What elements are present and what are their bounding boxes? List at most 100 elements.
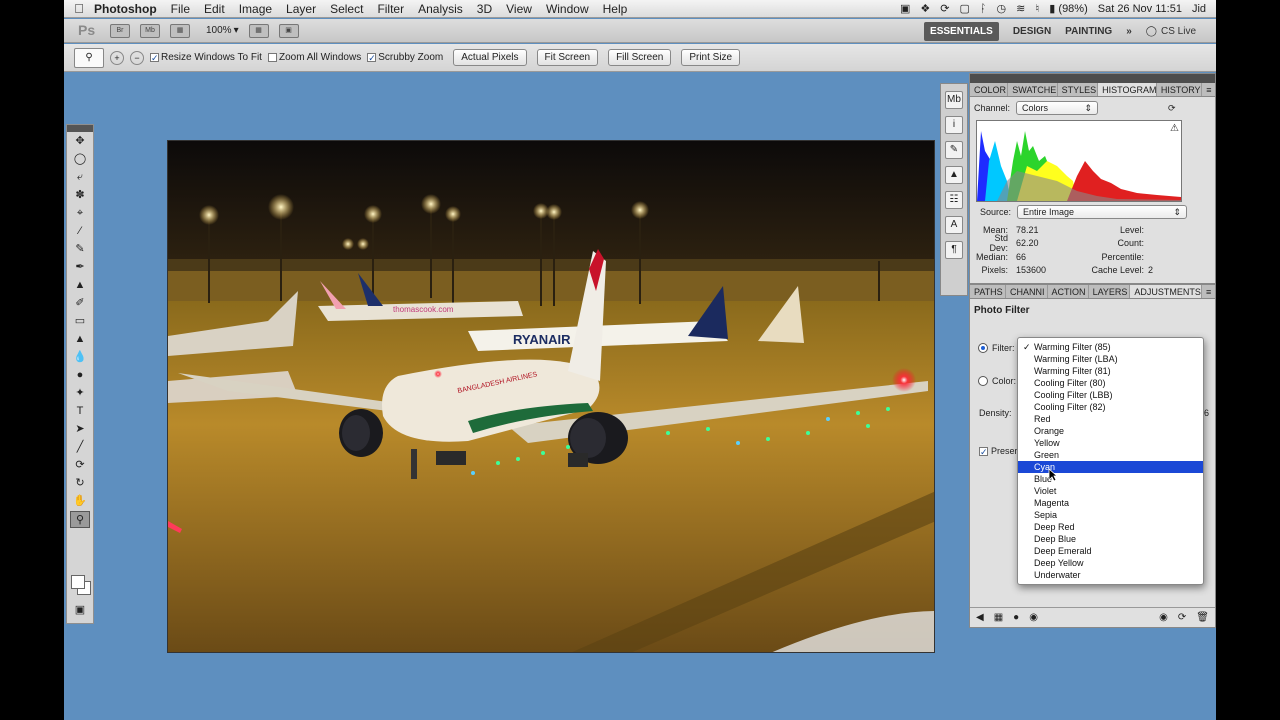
panel-menu-icon[interactable]: ≡ xyxy=(1202,285,1215,298)
type-tool-icon[interactable]: T xyxy=(70,403,90,420)
volume-icon[interactable]: ♮ xyxy=(1035,2,1039,15)
screen-mode-button[interactable]: ▣ xyxy=(278,23,299,38)
filter-option-yellow[interactable]: Yellow xyxy=(1018,437,1203,449)
3d-rotate-tool-icon[interactable]: ⟳ xyxy=(70,457,90,474)
3d-orbit-tool-icon[interactable]: ↻ xyxy=(70,475,90,492)
shape-tool-icon[interactable]: ╱ xyxy=(70,439,90,456)
clone-stamp-tool-icon[interactable]: ▲ xyxy=(70,277,90,294)
channel-select[interactable]: Colors ⇕ xyxy=(1016,101,1099,115)
workspace-essentials[interactable]: ESSENTIALS xyxy=(924,21,999,41)
tab-history[interactable]: HISTORY xyxy=(1157,83,1203,96)
path-select-tool-icon[interactable]: ➤ xyxy=(70,421,90,438)
menu-layer[interactable]: Layer xyxy=(286,2,316,16)
battery-status[interactable]: ▮ (98%) xyxy=(1049,2,1087,15)
filter-option-orange[interactable]: Orange xyxy=(1018,425,1203,437)
filter-option-magenta[interactable]: Magenta xyxy=(1018,497,1203,509)
time-machine-icon[interactable]: ◷ xyxy=(997,2,1007,15)
marquee-tool-icon[interactable]: ◯ xyxy=(70,151,90,168)
wifi-icon[interactable]: ≋ xyxy=(1016,2,1025,15)
paragraph-panel-icon[interactable]: ¶ xyxy=(945,241,963,259)
menu-image[interactable]: Image xyxy=(239,2,272,16)
app-menu[interactable]: Photoshop xyxy=(94,2,157,16)
reset-icon[interactable]: ⟳ xyxy=(1178,612,1186,623)
scrubby-zoom-checkbox[interactable]: ✓ Scrubby Zoom xyxy=(367,52,443,63)
menu-3d[interactable]: 3D xyxy=(477,2,492,16)
filter-option-blue[interactable]: Blue xyxy=(1018,473,1203,485)
minibridge-panel-icon[interactable]: Mb xyxy=(945,91,963,109)
warning-icon[interactable]: ⚠ xyxy=(1170,123,1179,134)
zoom-level-select[interactable]: 100% ▾ xyxy=(206,25,239,36)
filter-option-deep-blue[interactable]: Deep Blue xyxy=(1018,533,1203,545)
display-icon[interactable]: ▢ xyxy=(960,2,970,15)
tab-color[interactable]: COLOR xyxy=(970,83,1009,96)
arrange-documents-button[interactable]: ▦ xyxy=(248,23,269,38)
refresh-icon[interactable]: ⟳ xyxy=(1168,103,1176,114)
fill-screen-button[interactable]: Fill Screen xyxy=(608,49,672,66)
lasso-tool-icon[interactable]: ⤶ xyxy=(70,169,90,186)
tool-preset-picker[interactable]: ⚲ xyxy=(74,47,104,68)
quick-mask-icon[interactable]: ▣ xyxy=(70,602,90,619)
menu-select[interactable]: Select xyxy=(330,2,363,16)
filter-option-green[interactable]: Green xyxy=(1018,449,1203,461)
eraser-tool-icon[interactable]: ▭ xyxy=(70,313,90,330)
filter-option-deep-red[interactable]: Deep Red xyxy=(1018,521,1203,533)
paint-bucket-tool-icon[interactable]: ▲ xyxy=(70,331,90,348)
history-brush-tool-icon[interactable]: ✐ xyxy=(70,295,90,312)
back-arrow-icon[interactable]: ◀ xyxy=(976,612,984,623)
filter-option-warming-filter-81[interactable]: Warming Filter (81) xyxy=(1018,365,1203,377)
density-value[interactable]: 6 xyxy=(1204,408,1209,418)
resize-windows-checkbox[interactable]: ✓ Resize Windows To Fit xyxy=(150,52,262,63)
tab-histogram[interactable]: HISTOGRAM xyxy=(1098,83,1157,96)
visibility-eye-icon[interactable]: ◉ xyxy=(1029,612,1038,623)
tab-swatches[interactable]: SWATCHE xyxy=(1008,83,1058,96)
document-canvas[interactable]: thomascook.com RYANAIR BANGLADESH AIRLIN… xyxy=(167,140,935,653)
zoom-in-button[interactable]: + xyxy=(110,50,124,65)
pen-tool-icon[interactable]: ✦ xyxy=(70,385,90,402)
tool-presets-panel-icon[interactable]: ☷ xyxy=(945,191,963,209)
source-select[interactable]: Entire Image ⇕ xyxy=(1017,205,1188,219)
bluetooth-icon[interactable]: ᛛ xyxy=(980,3,987,15)
previous-state-icon[interactable]: ◉ xyxy=(1159,612,1168,623)
fit-screen-button[interactable]: Fit Screen xyxy=(536,49,599,66)
panel-menu-icon[interactable]: ≡ xyxy=(1202,83,1215,96)
tab-adjustments[interactable]: ADJUSTMENTS xyxy=(1130,285,1203,298)
blur-tool-icon[interactable]: 💧 xyxy=(70,349,90,366)
menu-help[interactable]: Help xyxy=(603,2,628,16)
filter-option-cooling-filter-lbb[interactable]: Cooling Filter (LBB) xyxy=(1018,389,1203,401)
tab-styles[interactable]: STYLES xyxy=(1058,83,1099,96)
tab-channels[interactable]: CHANNI xyxy=(1006,285,1048,298)
clip-to-layer-icon[interactable]: ● xyxy=(1013,612,1019,623)
eyedropper-tool-icon[interactable]: ⁄ xyxy=(70,223,90,240)
expand-view-icon[interactable]: ▦ xyxy=(994,612,1003,623)
clock[interactable]: Sat 26 Nov 11:51 xyxy=(1098,3,1182,15)
filter-option-warming-filter-lba[interactable]: Warming Filter (LBA) xyxy=(1018,353,1203,365)
filter-option-cyan[interactable]: Cyan xyxy=(1018,461,1203,473)
menu-view[interactable]: View xyxy=(506,2,532,16)
clone-source-panel-icon[interactable]: ▲ xyxy=(945,166,963,184)
actual-pixels-button[interactable]: Actual Pixels xyxy=(453,49,527,66)
panel-header-bar[interactable] xyxy=(970,74,1215,83)
menu-edit[interactable]: Edit xyxy=(204,2,225,16)
filter-option-cooling-filter-82[interactable]: Cooling Filter (82) xyxy=(1018,401,1203,413)
tools-panel-header[interactable] xyxy=(67,125,93,132)
print-size-button[interactable]: Print Size xyxy=(681,49,741,66)
zoom-tool-icon[interactable]: ⚲ xyxy=(70,511,90,528)
menu-window[interactable]: Window xyxy=(546,2,589,16)
zoom-all-checkbox[interactable]: Zoom All Windows xyxy=(267,52,361,63)
filter-option-warming-filter-85[interactable]: ✓ Warming Filter (85) xyxy=(1018,341,1203,353)
hand-tool-icon[interactable]: ✋ xyxy=(70,493,90,510)
filter-option-deep-emerald[interactable]: Deep Emerald xyxy=(1018,545,1203,557)
filter-option-violet[interactable]: Violet xyxy=(1018,485,1203,497)
tab-actions[interactable]: ACTION xyxy=(1048,285,1089,298)
filter-option-underwater[interactable]: Underwater xyxy=(1018,569,1203,581)
menu-file[interactable]: File xyxy=(171,2,190,16)
color-radio[interactable] xyxy=(978,376,988,386)
filter-option-red[interactable]: Red xyxy=(1018,413,1203,425)
more-workspaces-button[interactable]: » xyxy=(1126,26,1132,37)
preserve-luminosity-checkbox[interactable]: ✓ xyxy=(979,446,988,456)
tab-paths[interactable]: PATHS xyxy=(970,285,1006,298)
minibridge-button[interactable]: Mb xyxy=(140,23,160,38)
trash-icon[interactable]: 🗑 xyxy=(1196,612,1209,623)
info-panel-icon[interactable]: i xyxy=(945,116,963,134)
workspace-painting[interactable]: PAINTING xyxy=(1065,26,1112,37)
